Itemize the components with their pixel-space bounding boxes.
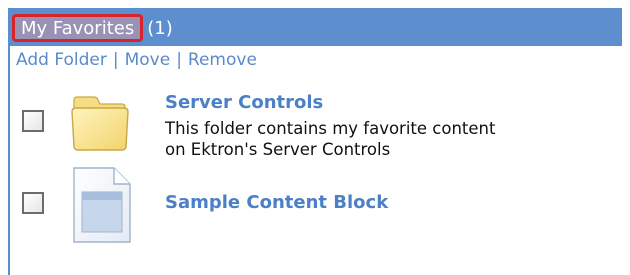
header-title-wrap: My Favorites (1) [12, 13, 173, 43]
remove-link[interactable]: Remove [188, 50, 257, 70]
favorites-actions: Add Folder | Move | Remove [16, 50, 257, 70]
description-line-2: on Ektron's Server Controls [165, 140, 391, 159]
favorites-count: (1) [147, 17, 173, 39]
favorites-header: My Favorites (1) [10, 8, 622, 46]
item-description: This folder contains my favorite content… [165, 118, 605, 160]
separator: | [112, 50, 119, 70]
item-title-sample-content-block[interactable]: Sample Content Block [165, 192, 388, 213]
separator: | [176, 50, 182, 70]
add-folder-link[interactable]: Add Folder [16, 50, 107, 70]
item-checkbox[interactable] [22, 192, 44, 214]
my-favorites-tab[interactable]: My Favorites [12, 14, 144, 42]
document-icon[interactable] [68, 166, 134, 248]
item-checkbox[interactable] [22, 110, 44, 132]
favorite-item-content-block: Sample Content Block [10, 166, 610, 246]
item-title-server-controls[interactable]: Server Controls [165, 92, 323, 113]
favorites-panel: My Favorites (1) Add Folder | Move | Rem… [8, 8, 622, 275]
favorite-item-folder: Server Controls This folder contains my … [10, 88, 610, 178]
description-line-1: This folder contains my favorite content [165, 119, 496, 138]
move-link[interactable]: Move [125, 50, 171, 70]
folder-icon[interactable] [68, 94, 132, 158]
my-favorites-label: My Favorites [21, 17, 135, 39]
